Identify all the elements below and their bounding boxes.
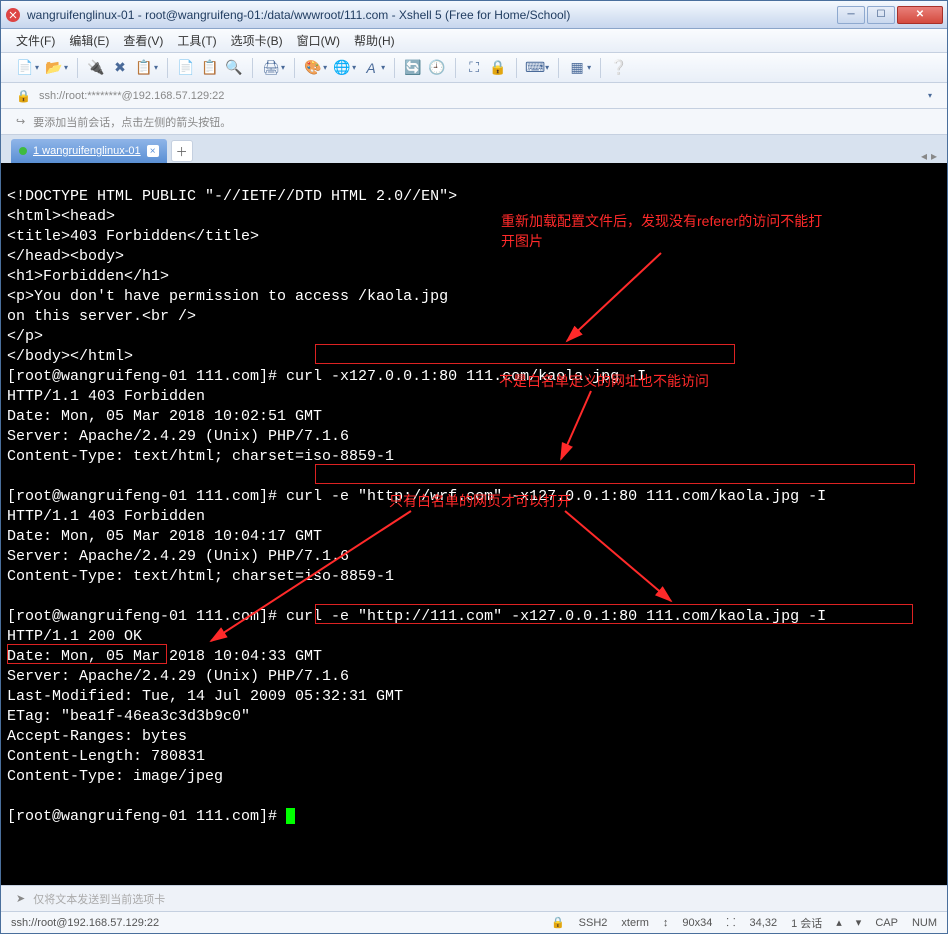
menu-tabs[interactable]: 选项卡(B) bbox=[231, 32, 283, 49]
font-icon[interactable]: A bbox=[362, 59, 380, 77]
tab-title: 1 wangruifenglinux-01 bbox=[33, 145, 141, 157]
terminal[interactable]: <!DOCTYPE HTML PUBLIC "-//IETF//DTD HTML… bbox=[1, 163, 947, 885]
menu-tools[interactable]: 工具(T) bbox=[177, 32, 216, 49]
highlight-box-3 bbox=[315, 604, 913, 624]
keyboard-icon[interactable]: ⌨ bbox=[526, 59, 544, 77]
tip-text: 要添加当前会话，点击左侧的箭头按钮。 bbox=[33, 114, 231, 130]
window-title: wangruifenglinux-01 - root@wangruifeng-0… bbox=[27, 8, 837, 22]
tab-close-icon[interactable]: × bbox=[147, 145, 159, 157]
status-pos: 34,32 bbox=[750, 917, 778, 929]
address-dropdown-icon[interactable]: ▾ bbox=[928, 91, 932, 100]
print-icon[interactable]: 🖨 bbox=[262, 59, 280, 77]
send-icon[interactable]: ➤ bbox=[16, 892, 25, 905]
menubar: 文件(F) 编辑(E) 查看(V) 工具(T) 选项卡(B) 窗口(W) 帮助(… bbox=[1, 29, 947, 53]
cursor bbox=[286, 808, 295, 824]
highlight-box-1 bbox=[315, 344, 735, 364]
menu-help[interactable]: 帮助(H) bbox=[354, 32, 395, 49]
lock-small-icon: 🔒 bbox=[16, 89, 31, 103]
reconnect-icon[interactable]: 🔌 bbox=[87, 59, 105, 77]
copy-icon[interactable]: 📄 bbox=[177, 59, 195, 77]
maximize-button[interactable]: ☐ bbox=[867, 6, 895, 24]
send-bar[interactable]: ➤ 仅将文本发送到当前选项卡 bbox=[1, 885, 947, 911]
tile-icon[interactable]: ▦ bbox=[568, 59, 586, 77]
tip-bar: ↪ 要添加当前会话，点击左侧的箭头按钮。 bbox=[1, 109, 947, 135]
add-tab-button[interactable]: ＋ bbox=[171, 140, 193, 162]
status-proto: SSH2 bbox=[579, 917, 608, 929]
menu-edit[interactable]: 编辑(E) bbox=[69, 32, 109, 49]
paste-icon[interactable]: 📋 bbox=[201, 59, 219, 77]
menu-file[interactable]: 文件(F) bbox=[16, 32, 55, 49]
app-icon bbox=[5, 7, 21, 23]
help-icon[interactable]: ❔ bbox=[610, 59, 628, 77]
highlight-box-4 bbox=[7, 644, 167, 664]
ssh-icon: 🔒 bbox=[551, 916, 565, 929]
refresh-icon[interactable]: 🔄 bbox=[404, 59, 422, 77]
pos-icon: ⸬ bbox=[726, 915, 735, 930]
open-icon[interactable]: 📂 bbox=[45, 59, 63, 77]
send-placeholder: 仅将文本发送到当前选项卡 bbox=[33, 891, 165, 907]
tab-bar: 1 wangruifenglinux-01 × ＋ ◂ ▸ bbox=[1, 135, 947, 163]
new-session-icon[interactable]: 📄 bbox=[16, 59, 34, 77]
annotation-1: 重新加载配置文件后，发现没有referer的访问不能打开图片 bbox=[501, 211, 831, 251]
session-tab[interactable]: 1 wangruifenglinux-01 × bbox=[11, 139, 167, 163]
menu-view[interactable]: 查看(V) bbox=[123, 32, 163, 49]
toolbar: 📄▾ 📂▾ 🔌 ✖ 📋▾ 📄 📋 🔍 🖨▾ 🎨▾ 🌐▾ A▾ 🔄 🕘 ⛶ 🔒 ⌨… bbox=[1, 53, 947, 83]
minimize-button[interactable]: ─ bbox=[837, 6, 865, 24]
status-term: xterm bbox=[621, 917, 649, 929]
history-icon[interactable]: 🕘 bbox=[428, 59, 446, 77]
status-up-icon[interactable]: ▴ bbox=[836, 916, 842, 929]
tip-arrow-icon[interactable]: ↪ bbox=[16, 115, 25, 128]
address-text[interactable]: ssh://root:********@192.168.57.129:22 bbox=[39, 90, 920, 102]
statusbar: ssh://root@192.168.57.129:22 🔒 SSH2 xter… bbox=[1, 911, 947, 933]
close-button[interactable]: ✕ bbox=[897, 6, 943, 24]
fullscreen-icon[interactable]: ⛶ bbox=[465, 59, 483, 77]
lock-icon[interactable]: 🔒 bbox=[489, 59, 507, 77]
color-icon[interactable]: 🎨 bbox=[304, 59, 322, 77]
status-size: 90x34 bbox=[682, 917, 712, 929]
titlebar: wangruifenglinux-01 - root@wangruifeng-0… bbox=[1, 1, 947, 29]
address-bar: 🔒 ssh://root:********@192.168.57.129:22 … bbox=[1, 83, 947, 109]
highlight-box-2 bbox=[315, 464, 915, 484]
status-dot-icon bbox=[19, 147, 27, 155]
globe-icon[interactable]: 🌐 bbox=[333, 59, 351, 77]
tab-prev-icon[interactable]: ◂ bbox=[921, 149, 927, 163]
status-cap: CAP bbox=[875, 917, 898, 929]
find-icon[interactable]: 🔍 bbox=[225, 59, 243, 77]
annotation-2: 不是白名单定义的网址也不能访问 bbox=[499, 371, 709, 391]
annotation-3: 只有白名单的网页才可以打开 bbox=[389, 491, 571, 511]
tab-next-icon[interactable]: ▸ bbox=[931, 149, 937, 163]
status-num: NUM bbox=[912, 917, 937, 929]
properties-icon[interactable]: 📋 bbox=[135, 59, 153, 77]
menu-window[interactable]: 窗口(W) bbox=[297, 32, 340, 49]
status-down-icon[interactable]: ▾ bbox=[856, 916, 862, 929]
status-sessions: 1 会话 bbox=[791, 915, 822, 931]
status-address: ssh://root@192.168.57.129:22 bbox=[11, 917, 537, 929]
size-icon: ↕ bbox=[663, 917, 669, 929]
disconnect-icon[interactable]: ✖ bbox=[111, 59, 129, 77]
